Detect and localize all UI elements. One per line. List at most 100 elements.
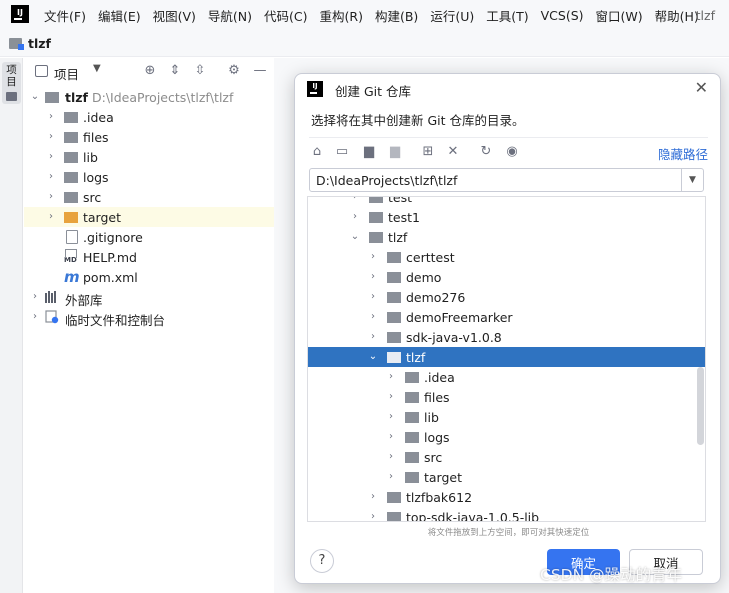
menu-item[interactable]: 代码(C) xyxy=(258,6,313,25)
tree-row[interactable]: › demoFreemarker xyxy=(308,307,705,327)
tree-row-files[interactable]: › files xyxy=(24,127,274,147)
folder-icon xyxy=(387,292,401,303)
chevron-right-icon[interactable]: › xyxy=(350,197,360,202)
chevron-right-icon[interactable]: › xyxy=(368,252,378,262)
tree-row[interactable]: ⌄ tlzf xyxy=(308,227,705,247)
tree-row-target[interactable]: › target xyxy=(24,207,274,227)
delete-icon[interactable]: ✕ xyxy=(445,144,461,160)
tree-row-help-md[interactable]: MD HELP.md xyxy=(24,247,274,267)
project-folder-icon[interactable]: ▆ xyxy=(361,144,377,160)
tree-row[interactable]: › top-sdk-java-1.0.5-lib xyxy=(308,507,705,522)
tree-row[interactable]: › sdk-java-v1.0.8 xyxy=(308,327,705,347)
help-button[interactable]: ? xyxy=(310,549,334,573)
chevron-expanded-icon[interactable]: ⌄ xyxy=(30,92,40,102)
folder-icon xyxy=(64,192,78,203)
menu-item[interactable]: 构建(B) xyxy=(369,6,424,25)
chevron-right-icon[interactable]: › xyxy=(46,172,56,182)
create-git-repo-dialog: IJ 创建 Git 仓库 ✕ 选择将在其中创建新 Git 仓库的目录。 ⌂ ▭ … xyxy=(294,73,721,584)
chevron-right-icon[interactable]: › xyxy=(46,192,56,202)
tree-row[interactable]: › src xyxy=(308,447,705,467)
tree-row-pom[interactable]: m pom.xml xyxy=(24,267,274,287)
desktop-icon[interactable]: ▭ xyxy=(334,144,350,160)
directory-tree[interactable]: › test › test1 ⌄ tlzf › certtest › demo › demo276… xyxy=(307,196,706,522)
tree-row-scratches[interactable]: › 临时文件和控制台 xyxy=(24,307,274,328)
tree-row[interactable]: › .idea xyxy=(308,367,705,387)
menu-item[interactable]: 视图(V) xyxy=(147,6,202,25)
chevron-right-icon[interactable]: › xyxy=(46,212,56,222)
tree-row-partial[interactable]: › test xyxy=(308,197,705,207)
minimize-icon[interactable]: — xyxy=(252,63,268,79)
tree-row-logs[interactable]: › logs xyxy=(24,167,274,187)
tree-row-idea[interactable]: › .idea xyxy=(24,107,274,127)
tree-item-label: logs xyxy=(83,170,109,185)
chevron-expanded-icon[interactable]: ⌄ xyxy=(368,352,378,362)
chevron-right-icon[interactable]: › xyxy=(46,132,56,142)
hide-path-link[interactable]: 隐藏路径 xyxy=(658,144,708,163)
locate-icon[interactable]: ⊕ xyxy=(142,63,158,79)
chevron-right-icon[interactable]: › xyxy=(46,152,56,162)
menu-item[interactable]: 文件(F) xyxy=(38,6,92,25)
tree-row[interactable]: › lib xyxy=(308,407,705,427)
menu-item[interactable]: 工具(T) xyxy=(480,6,534,25)
chevron-down-icon[interactable]: ▼ xyxy=(681,169,703,191)
intellij-logo-icon[interactable]: IJ xyxy=(11,5,29,23)
tree-row[interactable]: › logs xyxy=(308,427,705,447)
gear-icon[interactable]: ⚙ xyxy=(226,63,242,79)
chevron-right-icon[interactable]: › xyxy=(368,272,378,282)
project-panel-title[interactable]: 项目 xyxy=(54,64,79,83)
tree-row[interactable]: › tlzfbak612 xyxy=(308,487,705,507)
tree-row-external-libraries[interactable]: › 外部库 xyxy=(24,287,274,308)
folder-icon xyxy=(405,472,419,483)
chevron-right-icon[interactable]: › xyxy=(350,212,360,222)
chevron-right-icon[interactable]: › xyxy=(386,452,396,462)
module-folder-icon[interactable]: ▆ xyxy=(387,144,403,160)
show-hidden-icon[interactable]: ◉ xyxy=(504,144,520,160)
home-icon[interactable]: ⌂ xyxy=(309,144,325,160)
tree-row[interactable]: › target xyxy=(308,467,705,487)
tree-row[interactable]: › demo xyxy=(308,267,705,287)
menu-item[interactable]: VCS(S) xyxy=(535,8,590,23)
tree-row[interactable]: › test1 xyxy=(308,207,705,227)
chevron-right-icon[interactable]: › xyxy=(386,432,396,442)
close-icon[interactable]: ✕ xyxy=(695,78,708,97)
folder-icon xyxy=(405,372,419,383)
tree-row-selected[interactable]: ⌄ tlzf xyxy=(308,347,705,367)
chevron-right-icon[interactable]: › xyxy=(386,472,396,482)
menu-item[interactable]: 导航(N) xyxy=(202,6,258,25)
tree-row-gitignore[interactable]: .gitignore xyxy=(24,227,274,247)
path-input[interactable] xyxy=(310,169,680,191)
chevron-right-icon[interactable]: › xyxy=(386,412,396,422)
menu-item[interactable]: 运行(U) xyxy=(424,6,480,25)
chevron-right-icon[interactable]: › xyxy=(368,332,378,342)
breadcrumb-project[interactable]: tlzf xyxy=(28,36,51,51)
menu-item[interactable]: 窗口(W) xyxy=(590,6,649,25)
project-tool-tab[interactable]: 项目 xyxy=(2,62,21,104)
tree-row[interactable]: › files xyxy=(308,387,705,407)
new-folder-icon[interactable]: ⊞ xyxy=(420,144,436,160)
tree-row[interactable]: › demo276 xyxy=(308,287,705,307)
chevron-down-icon[interactable]: ▼ xyxy=(93,63,101,74)
expand-all-icon[interactable]: ⇕ xyxy=(167,63,183,79)
chevron-right-icon[interactable]: › xyxy=(30,312,40,322)
menu-item[interactable]: 编辑(E) xyxy=(92,6,147,25)
folder-icon xyxy=(64,132,78,143)
chevron-right-icon[interactable]: › xyxy=(368,292,378,302)
vertical-scrollbar[interactable] xyxy=(697,367,704,445)
tree-row-root[interactable]: ⌄ tlzf D:\IdeaProjects\tlzf\tlzf xyxy=(24,87,274,107)
chevron-right-icon[interactable]: › xyxy=(386,392,396,402)
tree-row-src[interactable]: › src xyxy=(24,187,274,207)
menu-item[interactable]: 重构(R) xyxy=(314,6,369,25)
refresh-icon[interactable]: ↻ xyxy=(478,144,494,160)
root-name: tlzf xyxy=(65,90,88,105)
chevron-right-icon[interactable]: › xyxy=(368,512,378,522)
collapse-all-icon[interactable]: ⇳ xyxy=(192,63,208,79)
chevron-expanded-icon[interactable]: ⌄ xyxy=(350,232,360,242)
chevron-right-icon[interactable]: › xyxy=(386,372,396,382)
tree-row[interactable]: › certtest xyxy=(308,247,705,267)
tree-row-lib[interactable]: › lib xyxy=(24,147,274,167)
chevron-right-icon[interactable]: › xyxy=(368,312,378,322)
chevron-right-icon[interactable]: › xyxy=(46,112,56,122)
tree-item-label: files xyxy=(424,390,450,405)
chevron-right-icon[interactable]: › xyxy=(30,292,40,302)
chevron-right-icon[interactable]: › xyxy=(368,492,378,502)
